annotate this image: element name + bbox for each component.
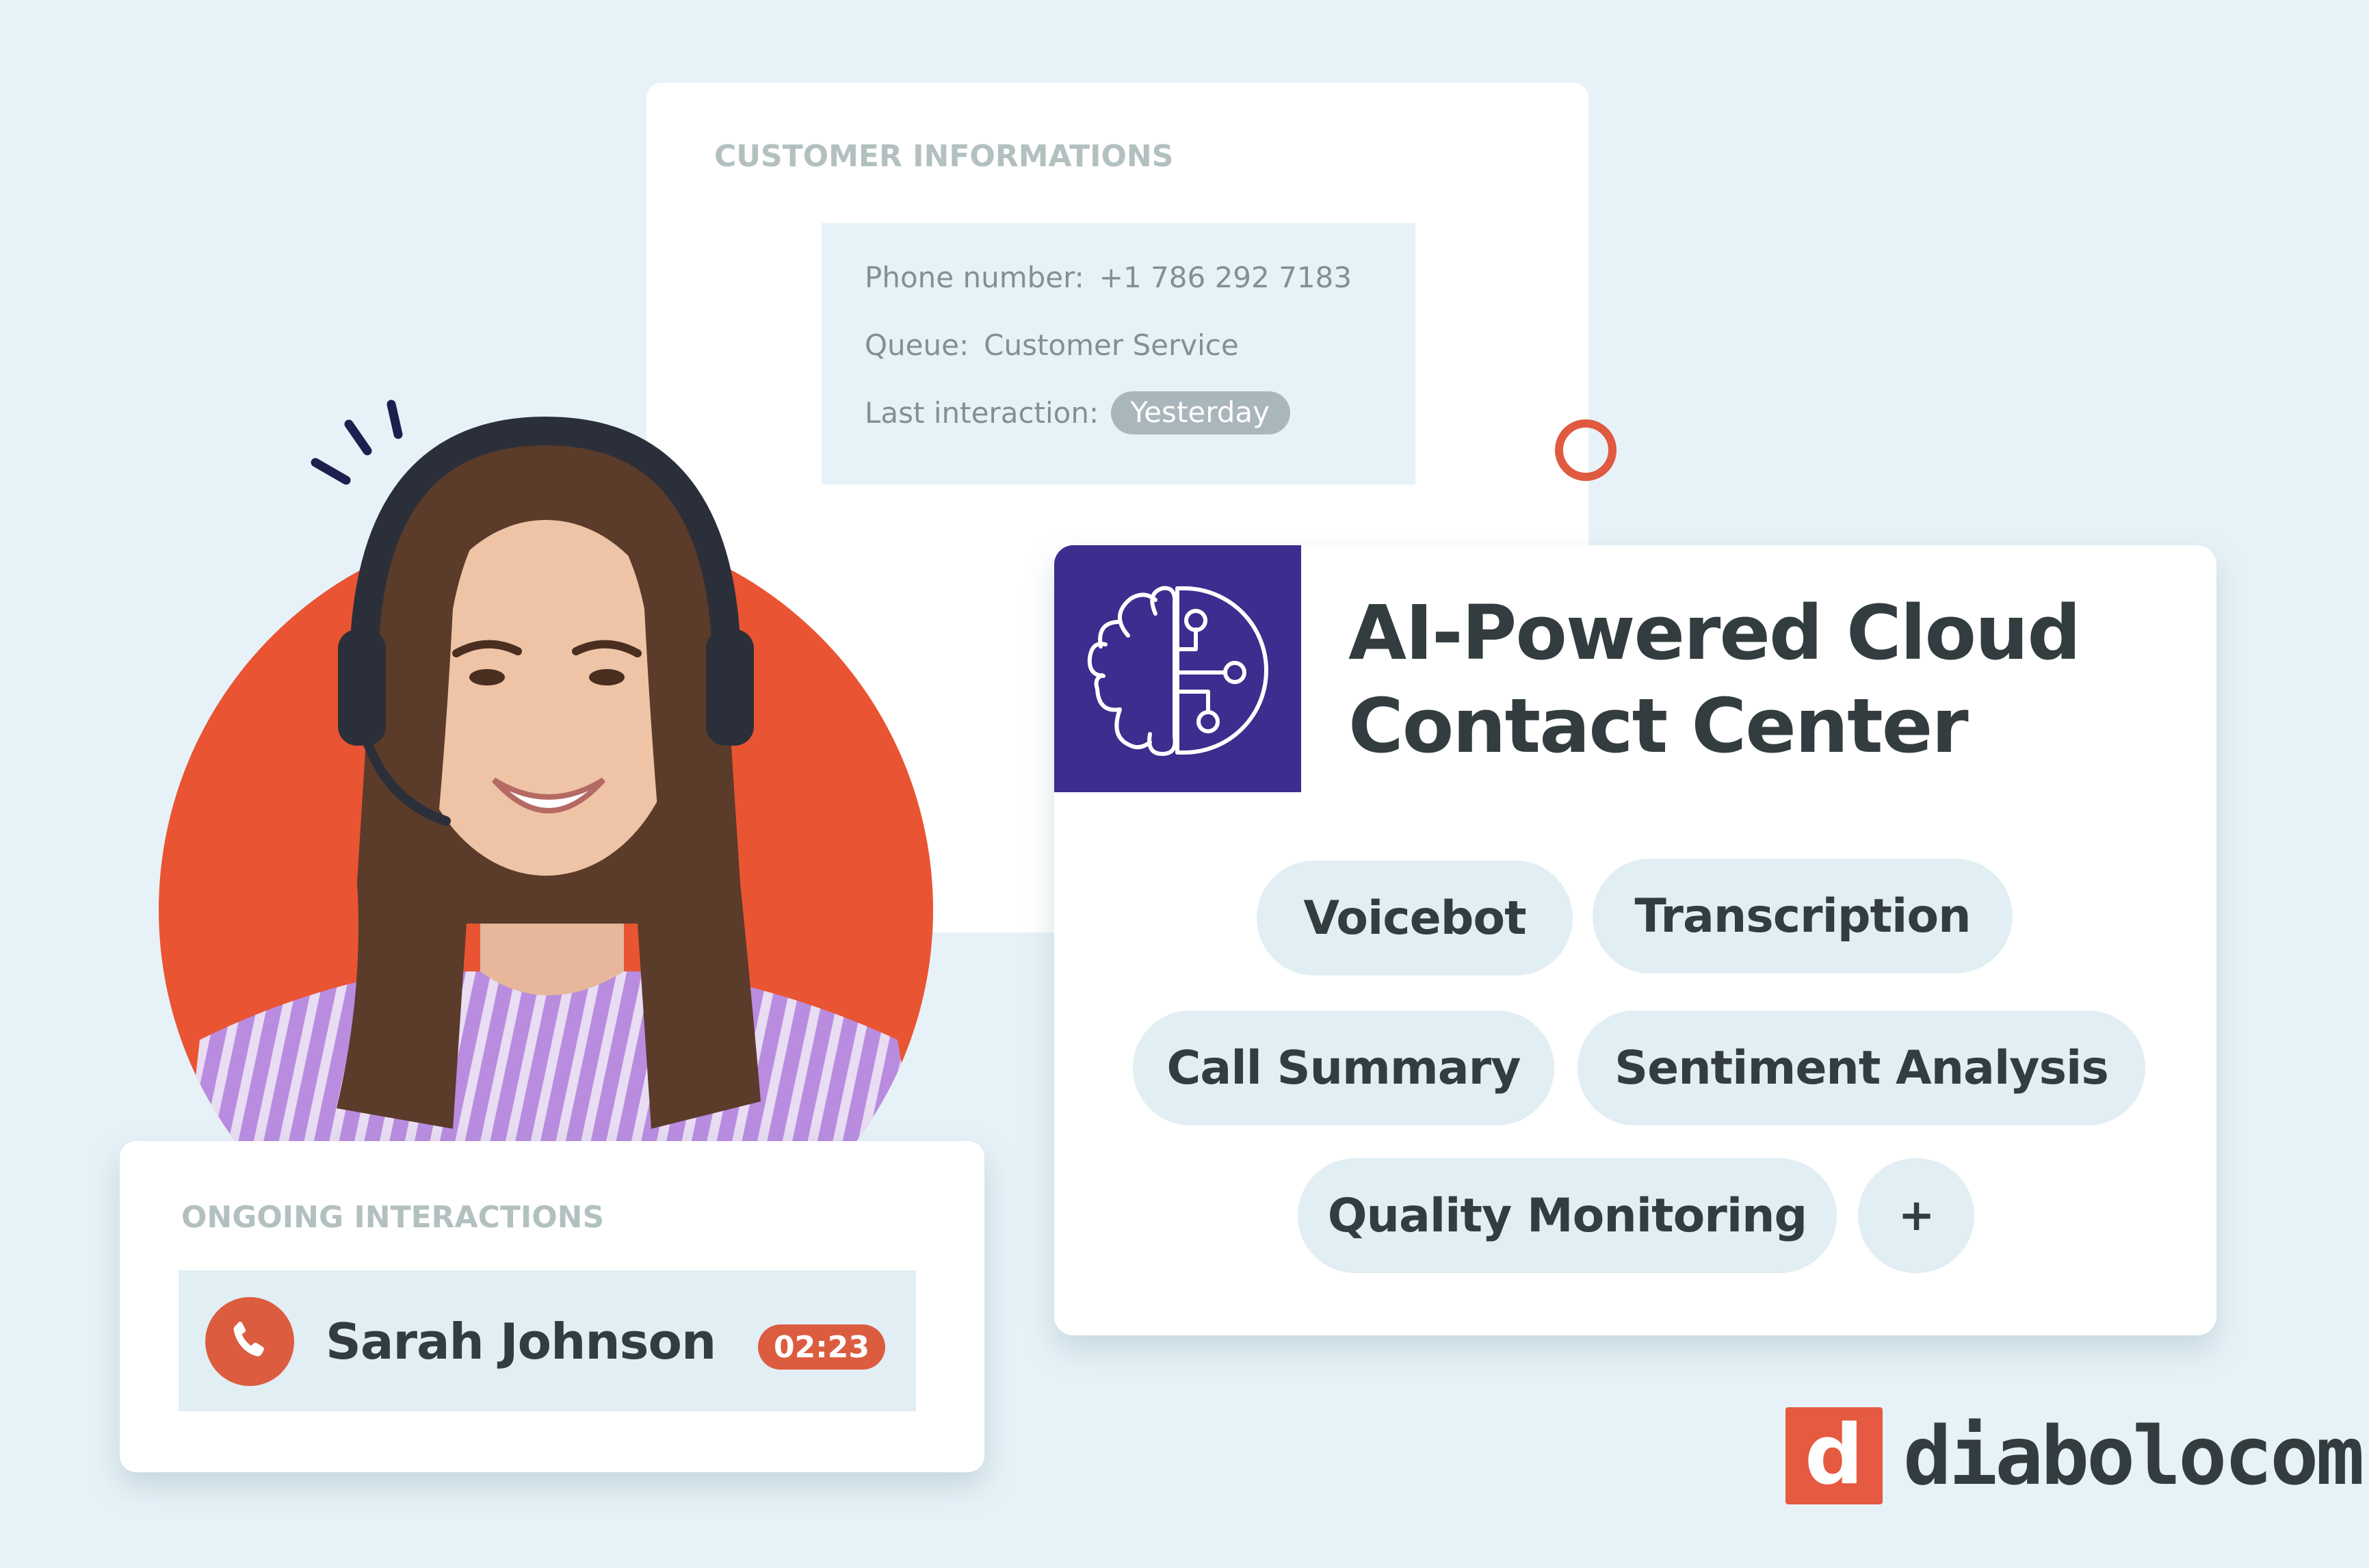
phone-number-label: Phone number: [865, 261, 1084, 294]
ongoing-interactions-card: ONGOING INTERACTIONS Sarah Johnson 02:23 [120, 1141, 984, 1472]
feature-chip-voicebot[interactable]: Voicebot [1257, 861, 1573, 976]
agent-portrait [159, 416, 933, 1163]
feature-chip-call-summary[interactable]: Call Summary [1133, 1010, 1554, 1125]
ai-card-title: AI-Powered Cloud Contact Center [1348, 586, 2081, 772]
feature-chip-quality-monitoring[interactable]: Quality Monitoring [1298, 1158, 1837, 1273]
accent-ring-decoration [1555, 419, 1617, 481]
logo-wordmark: diabolocom [1903, 1409, 2364, 1503]
ongoing-interactions-title: ONGOING INTERACTIONS [181, 1200, 605, 1235]
ai-card-title-line2: Contact Center [1348, 682, 1969, 770]
phone-number-value: +1 786 292 7183 [1099, 261, 1352, 294]
queue-value: Customer Service [984, 328, 1239, 362]
logo-mark-icon: d [1785, 1407, 1883, 1504]
brain-circuit-icon [1087, 586, 1268, 756]
customer-information-title: CUSTOMER INFORMATIONS [714, 139, 1174, 174]
feature-chip-sentiment-analysis[interactable]: Sentiment Analysis [1578, 1010, 2145, 1125]
feature-chip-transcription[interactable]: Transcription [1593, 859, 2013, 974]
contact-name: Sarah Johnson [326, 1313, 716, 1370]
interaction-row[interactable]: Sarah Johnson 02:23 [179, 1270, 916, 1411]
queue-label: Queue: [865, 328, 969, 362]
last-interaction-badge: Yesterday [1111, 391, 1291, 434]
ai-features-card: AI-Powered Cloud Contact Center Voicebot… [1054, 545, 2216, 1335]
ai-card-title-line1: AI-Powered Cloud [1348, 589, 2081, 677]
call-duration-badge: 02:23 [758, 1324, 885, 1370]
phone-number-row: Phone number: +1 786 292 7183 [865, 261, 1352, 294]
diabolocom-logo: d diabolocom [1785, 1407, 2364, 1504]
queue-row: Queue: Customer Service [865, 328, 1239, 362]
phone-icon[interactable] [205, 1297, 294, 1386]
phone-handset-glyph [233, 1322, 264, 1357]
more-features-button[interactable]: + [1858, 1158, 1974, 1273]
ai-icon-tile [1054, 545, 1301, 792]
